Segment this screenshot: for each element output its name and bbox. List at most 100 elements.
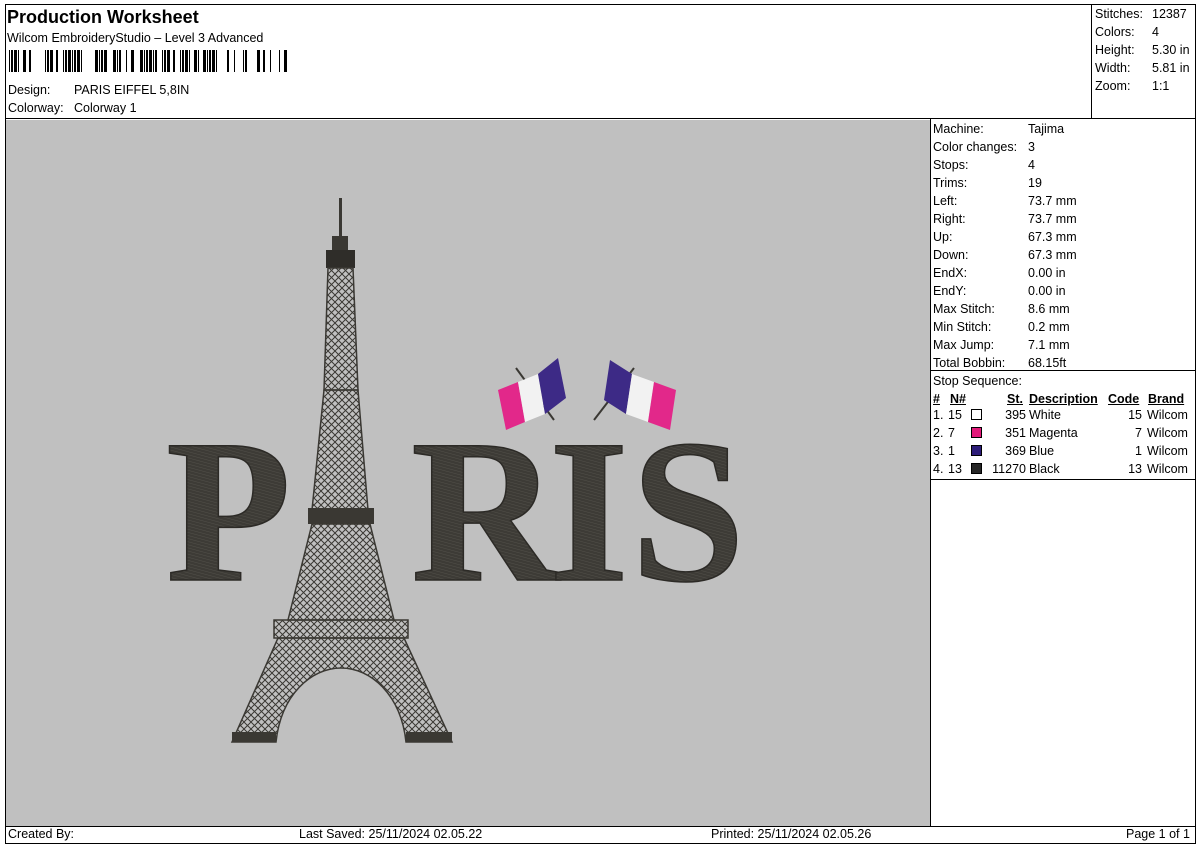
stop-n: 7: [948, 426, 955, 440]
col-stitches: St.: [1007, 392, 1023, 406]
stop-desc: White: [1029, 408, 1061, 422]
detail-row: Stops: 4: [933, 156, 1195, 174]
detail-row: Trims: 19: [933, 174, 1195, 192]
colorway-field: Colorway: Colorway 1: [8, 100, 137, 117]
detail-value: 3: [1028, 140, 1035, 154]
detail-label: Left:: [933, 194, 958, 208]
stop-sequence-title: Stop Sequence:: [933, 374, 1022, 388]
detail-row: Min Stitch: 0.2 mm: [933, 318, 1195, 336]
detail-label: Min Stitch:: [933, 320, 992, 334]
thread-swatch: [971, 427, 982, 438]
page-title: Production Worksheet: [7, 7, 199, 27]
stop-brand: Wilcom: [1147, 408, 1188, 422]
stop-desc: Blue: [1029, 444, 1055, 458]
stop-desc: Magenta: [1029, 426, 1078, 440]
detail-label: Stops:: [933, 158, 969, 172]
detail-row: Max Stitch: 8.6 mm: [933, 300, 1195, 318]
detail-value: 8.6 mm: [1028, 302, 1070, 316]
stop-idx: 2.: [933, 426, 944, 440]
embroidery-preview: P R I S: [165, 198, 746, 743]
thread-swatch: [971, 463, 982, 474]
stop-code: 13: [1128, 462, 1142, 476]
stop-row: 1. 15 395 White 15 Wilcom: [933, 406, 1195, 424]
detail-row: Down: 67.3 mm: [933, 246, 1195, 264]
letter-p: P: [166, 398, 291, 625]
blank-panel-frame: [930, 479, 1196, 827]
col-brand: Brand: [1148, 392, 1185, 406]
letter-s: S: [631, 398, 745, 625]
colorway-value: Colorway 1: [74, 101, 137, 115]
stat-stitches: Stitches: 12387: [1095, 7, 1187, 21]
stop-code: 1: [1135, 444, 1142, 458]
detail-value: Tajima: [1028, 122, 1065, 136]
detail-row: Up: 67.3 mm: [933, 228, 1195, 246]
detail-row: Total Bobbin: 68.15ft: [933, 354, 1195, 372]
detail-row: Machine: Tajima: [933, 120, 1195, 138]
last-saved: Last Saved: 25/11/2024 02.05.22: [299, 827, 483, 841]
page-number: Page 1 of 1: [1126, 827, 1190, 841]
detail-value: 73.7 mm: [1028, 212, 1077, 226]
letter-i: I: [549, 398, 629, 625]
stop-brand: Wilcom: [1147, 426, 1188, 440]
detail-row: Right: 73.7 mm: [933, 210, 1195, 228]
detail-row: Color changes: 3: [933, 138, 1195, 156]
design-canvas: P R I S: [6, 120, 930, 826]
detail-value: 68.15ft: [1028, 356, 1067, 370]
created-by: Created By:: [8, 827, 75, 841]
detail-value: 67.3 mm: [1028, 230, 1077, 244]
stop-row: 2. 7 351 Magenta 7 Wilcom: [933, 424, 1195, 442]
stop-code: 7: [1135, 426, 1142, 440]
summary-stats: Stitches: 12387 Colors: 4 Height: 5.30 in W…: [1095, 5, 1190, 95]
detail-value: 0.00 in: [1028, 284, 1066, 298]
detail-label: Total Bobbin:: [933, 356, 1006, 370]
detail-value: 19: [1028, 176, 1042, 190]
design-value: PARIS EIFFEL 5,8IN: [74, 83, 190, 97]
stop-row: 3. 1 369 Blue 1 Wilcom: [933, 442, 1195, 460]
software-name: Wilcom EmbroideryStudio – Level 3 Advanc…: [7, 31, 264, 45]
thread-swatch: [971, 445, 982, 456]
detail-value: 67.3 mm: [1028, 248, 1077, 262]
stop-code: 15: [1128, 408, 1142, 422]
col-needle: N#: [950, 392, 966, 406]
detail-value: 4: [1028, 158, 1035, 172]
stop-st: 11270: [992, 462, 1026, 476]
detail-value: 7.1 mm: [1028, 338, 1070, 352]
detail-row: EndX: 0.00 in: [933, 264, 1195, 282]
stop-n: 1: [948, 444, 955, 458]
stop-brand: Wilcom: [1147, 462, 1188, 476]
detail-label: Max Jump:: [933, 338, 995, 352]
stop-n: 15: [948, 408, 962, 422]
detail-label: EndX:: [933, 266, 968, 280]
detail-label: Trims:: [933, 176, 968, 190]
stat-width: Width: 5.81 in: [1095, 61, 1190, 75]
detail-value: 73.7 mm: [1028, 194, 1077, 208]
col-code: Code: [1108, 392, 1140, 406]
design-field: Design: PARIS EIFFEL 5,8IN: [8, 82, 189, 99]
detail-label: EndY:: [933, 284, 967, 298]
stop-brand: Wilcom: [1147, 444, 1188, 458]
detail-label: Up:: [933, 230, 953, 244]
stop-row: 4. 13 11270 Black 13 Wilcom: [933, 460, 1195, 478]
detail-label: Down:: [933, 248, 969, 262]
stop-idx: 1.: [933, 408, 944, 422]
detail-value: 0.00 in: [1028, 266, 1066, 280]
printed-date: Printed: 25/11/2024 02.05.26: [711, 827, 872, 841]
detail-label: Color changes:: [933, 140, 1018, 154]
detail-label: Max Stitch:: [933, 302, 995, 316]
letter-r: R: [411, 398, 561, 625]
stat-height: Height: 5.30 in: [1095, 43, 1190, 57]
stop-idx: 3.: [933, 444, 944, 458]
col-index: #: [933, 392, 940, 406]
stat-zoom: Zoom: 1:1: [1095, 79, 1170, 93]
stat-colors: Colors: 4: [1095, 25, 1159, 39]
stop-st: 369: [1005, 444, 1026, 458]
design-label: Design:: [8, 83, 51, 97]
barcode: [9, 50, 287, 72]
colorway-label: Colorway:: [8, 101, 64, 115]
detail-row: Left: 73.7 mm: [933, 192, 1195, 210]
col-description: Description: [1029, 392, 1098, 406]
detail-value: 0.2 mm: [1028, 320, 1070, 334]
machine-details: Machine: Tajima Color changes: 3 Stops: 4 Trim…: [933, 120, 1195, 372]
thread-swatch: [971, 409, 982, 420]
detail-label: Machine:: [933, 122, 984, 136]
